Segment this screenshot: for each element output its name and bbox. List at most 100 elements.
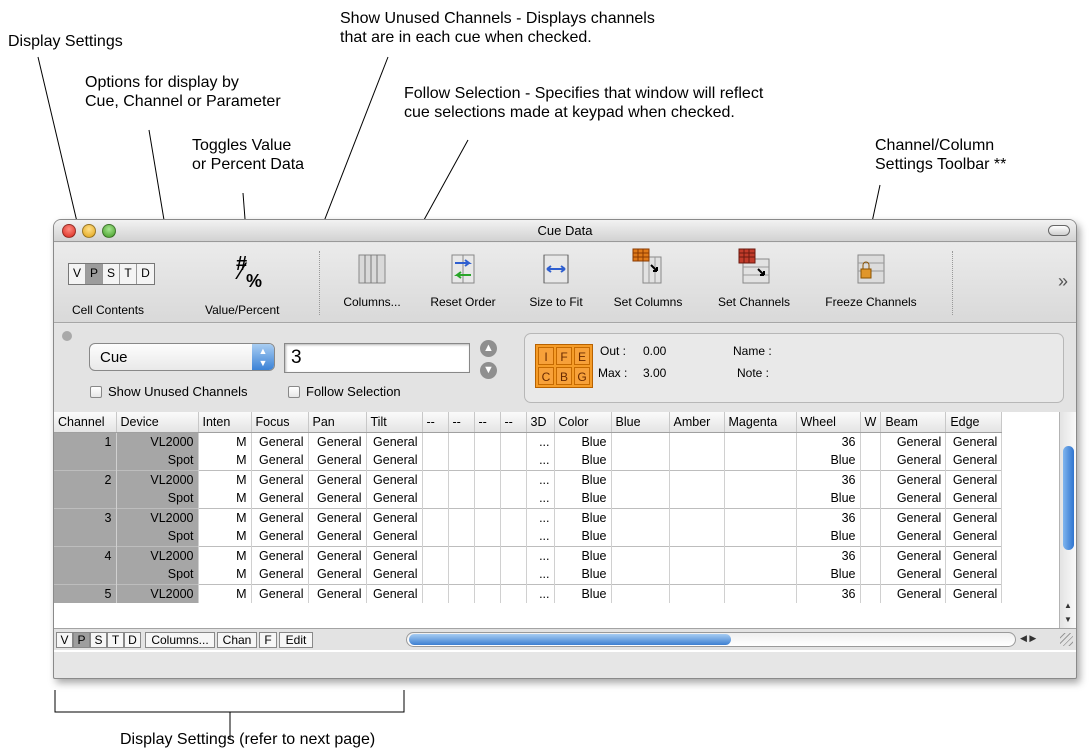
table-row[interactable]: Spot M General General General... Blue Blue Gen… xyxy=(54,527,1003,546)
table-cell[interactable]: ... xyxy=(526,451,555,470)
column-header[interactable]: Blue xyxy=(611,412,670,433)
table-row[interactable]: Spot M General General General... Blue Blue Gen… xyxy=(54,565,1003,584)
table-cell[interactable]: M xyxy=(198,451,252,470)
table-cell[interactable]: VL2000 xyxy=(116,545,199,565)
cell-contents-d-button[interactable]: D xyxy=(137,264,154,284)
table-cell[interactable] xyxy=(54,451,117,470)
table-cell[interactable] xyxy=(500,545,527,565)
table-cell[interactable] xyxy=(500,583,527,603)
table-cell[interactable]: ... xyxy=(526,489,555,508)
table-cell[interactable]: General xyxy=(251,583,309,603)
table-cell[interactable]: Blue xyxy=(554,507,612,527)
table-cell[interactable] xyxy=(611,507,670,527)
column-header[interactable]: Focus xyxy=(251,412,309,433)
table-cell[interactable]: ... xyxy=(526,469,555,489)
column-header[interactable]: Tilt xyxy=(366,412,423,433)
toolbar-toggle-button[interactable] xyxy=(1048,225,1070,236)
table-cell[interactable] xyxy=(474,489,501,508)
vertical-scroll-thumb[interactable] xyxy=(1063,446,1074,550)
table-cell[interactable]: General xyxy=(308,507,367,527)
column-header[interactable]: Pan xyxy=(308,412,367,433)
table-cell[interactable]: General xyxy=(366,507,423,527)
table-cell[interactable] xyxy=(500,507,527,527)
column-header[interactable]: Wheel xyxy=(796,412,861,433)
table-cell[interactable]: General xyxy=(251,469,309,489)
table-cell[interactable] xyxy=(860,583,882,603)
table-cell[interactable]: M xyxy=(198,545,252,565)
table-cell[interactable]: General xyxy=(251,545,309,565)
table-cell[interactable] xyxy=(724,507,797,527)
table-cell[interactable] xyxy=(422,507,449,527)
table-row[interactable]: 1 VL2000 M General General General... Blue 36 Ge… xyxy=(54,431,1003,451)
bottom-d-button[interactable]: D xyxy=(124,632,141,648)
bottom-s-button[interactable]: S xyxy=(90,632,107,648)
display-by-popup[interactable]: Cue ▲ ▼ xyxy=(89,343,275,371)
column-header[interactable]: Device xyxy=(116,412,199,433)
table-cell[interactable]: General xyxy=(945,451,1003,470)
table-cell[interactable] xyxy=(500,451,527,470)
table-cell[interactable] xyxy=(860,527,882,546)
table-cell[interactable] xyxy=(474,507,501,527)
cell-contents-t-button[interactable]: T xyxy=(120,264,137,284)
cell-contents-s-button[interactable]: S xyxy=(103,264,120,284)
table-cell[interactable]: 5 xyxy=(54,583,117,603)
table-cell[interactable] xyxy=(54,527,117,546)
table-cell[interactable]: Blue xyxy=(554,451,612,470)
table-cell[interactable]: General xyxy=(880,469,947,489)
set-columns-tool[interactable]: Set Columns xyxy=(602,247,694,309)
table-cell[interactable] xyxy=(422,565,449,584)
bottom-f-button[interactable]: F xyxy=(259,632,277,648)
table-cell[interactable] xyxy=(448,507,475,527)
table-cell[interactable]: General xyxy=(251,507,309,527)
table-cell[interactable]: M xyxy=(198,527,252,546)
table-cell[interactable] xyxy=(611,545,670,565)
horizontal-scrollbar[interactable] xyxy=(406,632,1016,647)
table-cell[interactable]: 36 xyxy=(796,545,861,565)
table-cell[interactable] xyxy=(474,545,501,565)
horizontal-scroll-thumb[interactable] xyxy=(409,634,731,645)
column-header[interactable]: Magenta xyxy=(724,412,797,433)
cue-number-field[interactable]: 3 xyxy=(284,343,470,373)
table-cell[interactable]: M xyxy=(198,489,252,508)
table-cell[interactable] xyxy=(448,527,475,546)
column-header[interactable]: -- xyxy=(474,412,501,433)
table-cell[interactable] xyxy=(500,489,527,508)
table-cell[interactable] xyxy=(422,489,449,508)
table-cell[interactable]: General xyxy=(251,431,309,451)
table-cell[interactable] xyxy=(669,451,725,470)
table-cell[interactable] xyxy=(422,583,449,603)
table-cell[interactable] xyxy=(448,451,475,470)
table-cell[interactable] xyxy=(669,507,725,527)
bottom-p-button[interactable]: P xyxy=(73,632,90,648)
table-cell[interactable] xyxy=(54,565,117,584)
table-cell[interactable]: M xyxy=(198,431,252,451)
table-cell[interactable] xyxy=(860,431,882,451)
table-row[interactable]: 2 VL2000 M General General General... Blue 36 Ge… xyxy=(54,469,1003,489)
reset-order-tool[interactable]: Reset Order xyxy=(420,251,506,309)
table-cell[interactable] xyxy=(448,469,475,489)
table-cell[interactable]: General xyxy=(880,527,947,546)
table-cell[interactable]: 36 xyxy=(796,507,861,527)
table-cell[interactable]: 4 xyxy=(54,545,117,565)
table-cell[interactable]: General xyxy=(251,527,309,546)
resize-grip-icon[interactable] xyxy=(1060,633,1073,646)
table-cell[interactable]: General xyxy=(308,583,367,603)
table-cell[interactable] xyxy=(860,451,882,470)
column-header[interactable]: Beam xyxy=(880,412,947,433)
table-cell[interactable] xyxy=(422,451,449,470)
table-cell[interactable] xyxy=(474,451,501,470)
table-cell[interactable] xyxy=(448,583,475,603)
table-cell[interactable] xyxy=(422,527,449,546)
table-cell[interactable] xyxy=(669,527,725,546)
table-cell[interactable]: VL2000 xyxy=(116,583,199,603)
bottom-edit-button[interactable]: Edit xyxy=(279,632,313,648)
table-cell[interactable]: M xyxy=(198,469,252,489)
table-cell[interactable]: Blue xyxy=(554,545,612,565)
bottom-columns-button[interactable]: Columns... xyxy=(145,632,215,648)
column-header[interactable]: Amber xyxy=(669,412,725,433)
table-row[interactable]: Spot M General General General... Blue Blue Gen… xyxy=(54,451,1003,470)
table-cell[interactable] xyxy=(422,545,449,565)
table-cell[interactable]: M xyxy=(198,583,252,603)
table-cell[interactable]: Blue xyxy=(796,527,861,546)
table-cell[interactable]: General xyxy=(945,583,1003,603)
